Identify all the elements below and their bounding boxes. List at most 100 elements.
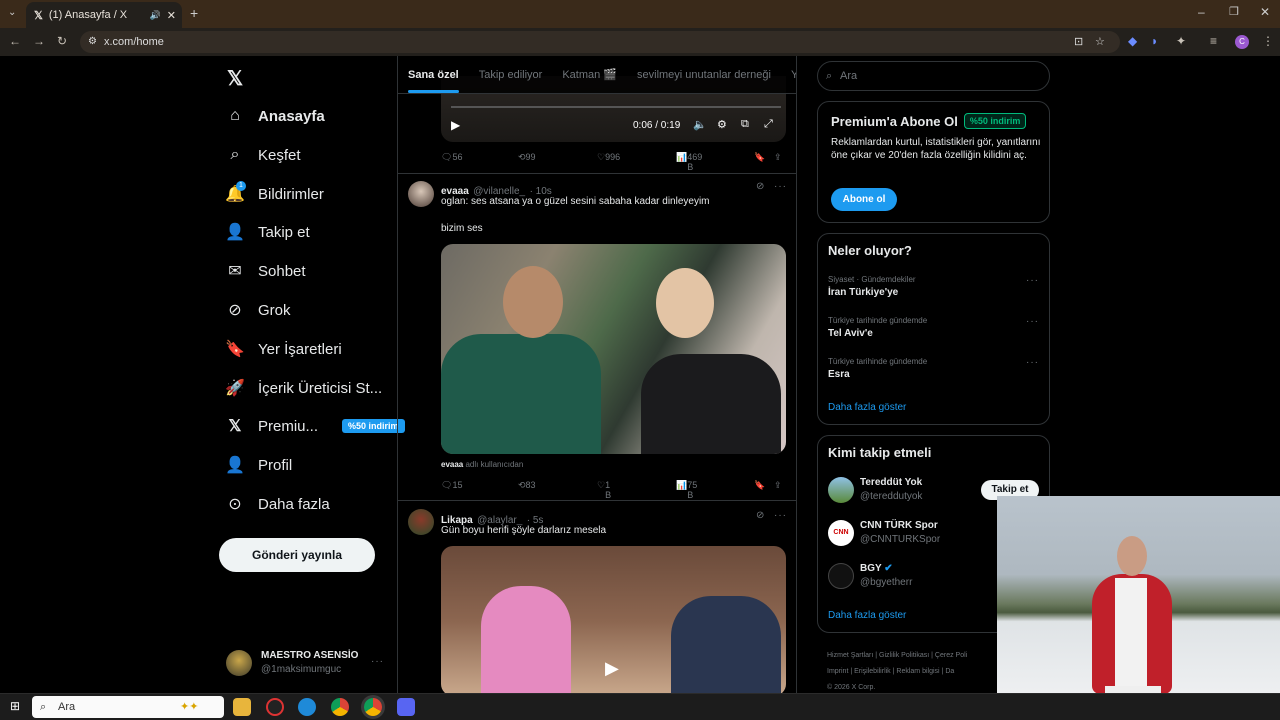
restore-icon[interactable]: ❐ — [1229, 5, 1239, 18]
reply-icon[interactable]: 🗨 15 — [441, 480, 462, 491]
new-tab-icon[interactable]: + — [190, 5, 198, 21]
sidebar-item-home[interactable]: ⌂ Anasayfa — [226, 101, 325, 131]
tab-community[interactable]: sevilmeyi unutanlar derneği — [627, 69, 781, 81]
back-icon[interactable]: ← — [9, 34, 21, 48]
more-circle-icon: ⊙ — [228, 496, 242, 513]
reload-icon[interactable]: ↻ — [57, 34, 67, 48]
sidebar-item-premium[interactable]: 𝕏 Premiu... %50 indirim — [226, 411, 405, 441]
install-icon[interactable]: ⊡ — [1074, 31, 1083, 53]
fullscreen-icon[interactable]: ⤢ — [764, 118, 773, 131]
discord-icon[interactable] — [397, 698, 415, 716]
bookmark-icon[interactable]: 🔖 — [754, 480, 765, 491]
windows-start-icon[interactable]: ⊞ — [10, 699, 20, 713]
footer-link[interactable]: Imprint — [827, 668, 848, 675]
caption-author[interactable]: evaaa — [441, 460, 463, 469]
footer-link[interactable]: Çerez Poli — [935, 652, 967, 659]
trend-item[interactable]: Türkiye tarihinde gündemde Esra ··· — [828, 357, 1041, 380]
caption-text: adlı kullanıcıdan — [465, 460, 524, 469]
chrome-icon[interactable] — [331, 698, 349, 716]
avatar[interactable] — [408, 181, 434, 207]
tab-katman[interactable]: Katman 🎬 — [552, 68, 627, 81]
app-icon[interactable] — [266, 698, 284, 716]
webcam-person-head — [1117, 536, 1147, 576]
tab-for-you[interactable]: Sana özel — [398, 69, 469, 93]
show-more-link[interactable]: Daha fazla göster — [828, 402, 906, 413]
taskbar: ⊞ ⌕ Ara ✦✦ — [0, 693, 1280, 720]
footer-link[interactable]: Gizlilik Politikası — [879, 652, 929, 659]
repost-icon[interactable]: ⟲ 83 — [518, 480, 536, 491]
address-bar[interactable]: ⚙ x.com/home ⊡ ☆ — [80, 31, 1120, 53]
sidebar-item-explore[interactable]: ⌕ Keşfet — [226, 140, 301, 170]
like-icon[interactable]: ♡ 1 B — [597, 480, 611, 500]
tweet-actions: 🗨 15 ⟲ 83 ♡ 1 B 📊 75 B 🔖 ⇪ — [441, 480, 782, 500]
play-icon[interactable]: ▶ — [605, 658, 619, 679]
menu-icon[interactable]: ⋮ — [1262, 34, 1274, 48]
sidebar-item-profile[interactable]: 👤 Profil — [225, 450, 292, 480]
account-switcher[interactable]: MAESTRO ASENSİO @1maksimumguc ··· — [226, 648, 386, 678]
share-icon[interactable]: ⇪ — [774, 480, 782, 491]
close-window-icon[interactable]: ✕ — [1260, 5, 1270, 19]
browser-tab[interactable]: 𝕏 (1) Anasayfa / X 🔊 ✕ — [26, 2, 182, 28]
like-icon[interactable]: ♡ 996 — [597, 152, 620, 163]
views-icon[interactable]: 📊 75 B — [676, 480, 697, 500]
close-tab-icon[interactable]: ✕ — [167, 9, 176, 22]
bookmark-icon[interactable]: 🔖 — [754, 152, 765, 163]
grok-icon[interactable]: ⊘ — [756, 181, 765, 192]
puzzle-icon[interactable]: ✦ — [1176, 34, 1186, 48]
trend-item[interactable]: Siyaset · Gündemdekiler İran Türkiye'ye … — [828, 275, 1041, 298]
settings-icon[interactable]: ⚙ — [717, 118, 727, 131]
suggestion-handle: @CNNTURKSpor — [860, 534, 941, 545]
play-icon[interactable]: ▶ — [451, 118, 460, 132]
media-icon[interactable]: ≡ — [1210, 34, 1217, 48]
tweet-media[interactable] — [441, 244, 786, 454]
more-icon[interactable]: ··· — [1026, 316, 1039, 327]
search-input[interactable]: ⌕ Ara — [817, 61, 1050, 91]
minimize-icon[interactable]: – — [1198, 5, 1205, 19]
sidebar-item-more[interactable]: ⊙ Daha fazla — [226, 489, 329, 519]
more-icon[interactable]: ··· — [1026, 275, 1039, 286]
repost-icon[interactable]: ⟲ 99 — [518, 152, 536, 163]
site-info-icon[interactable]: ⚙ — [88, 31, 97, 53]
reply-icon[interactable]: 🗨 56 — [441, 152, 462, 163]
more-icon[interactable]: ··· — [774, 510, 787, 521]
sidebar-item-bookmarks[interactable]: 🔖 Yer İşaretleri — [225, 334, 342, 364]
sidebar-item-chat[interactable]: ✉ Sohbet — [226, 256, 305, 286]
star-icon[interactable]: ☆ — [1095, 31, 1105, 53]
tweet-video[interactable]: ▶ — [441, 546, 786, 693]
tab-list-icon[interactable]: ⌄ — [8, 7, 16, 18]
video-progress[interactable] — [451, 106, 781, 108]
avatar[interactable] — [408, 509, 434, 535]
speaker-icon[interactable]: 🔊 — [150, 10, 161, 21]
more-icon[interactable]: ··· — [1026, 357, 1039, 368]
subscribe-button[interactable]: Abone ol — [831, 188, 897, 211]
chrome-active-icon[interactable] — [364, 698, 382, 716]
edge-icon[interactable] — [298, 698, 316, 716]
forward-icon[interactable]: → — [33, 34, 45, 48]
x-logo-icon[interactable]: 𝕏 — [227, 66, 243, 91]
trend-item[interactable]: Türkiye tarihinde gündemde Tel Aviv'e ··… — [828, 316, 1041, 339]
taskbar-search[interactable]: ⌕ Ara ✦✦ — [32, 696, 224, 718]
more-icon[interactable]: ··· — [774, 181, 787, 192]
sidebar-item-creator-studio[interactable]: 🚀 İçerik Üreticisi St... — [225, 373, 382, 403]
views-icon[interactable]: 📊 469 B — [676, 152, 702, 172]
file-explorer-icon[interactable] — [233, 698, 251, 716]
footer-link[interactable]: Reklam bilgisi — [896, 668, 939, 675]
tab-more[interactable]: Ya — [781, 69, 796, 81]
show-more-link[interactable]: Daha fazla göster — [828, 610, 906, 621]
sidebar-item-follow[interactable]: 👤 Takip et — [225, 217, 310, 247]
grok-icon[interactable]: ⊘ — [756, 510, 765, 521]
translate-extension-icon[interactable]: ◗ — [1151, 34, 1158, 48]
post-button[interactable]: Gönderi yayınla — [219, 538, 375, 572]
sidebar-item-grok[interactable]: ⊘ Grok — [226, 295, 290, 325]
footer-link[interactable]: Hizmet Şartları — [827, 652, 873, 659]
pip-icon[interactable]: ⧉ — [741, 118, 749, 131]
share-icon[interactable]: ⇪ — [774, 152, 782, 163]
extension-icon[interactable]: ◆ — [1128, 34, 1137, 48]
sidebar-item-notifications[interactable]: 🔔 1 Bildirimler — [225, 179, 324, 209]
more-icon[interactable]: ··· — [371, 656, 384, 667]
tab-following[interactable]: Takip ediliyor — [469, 69, 553, 81]
volume-icon[interactable]: 🔈 — [693, 118, 707, 131]
footer-link[interactable]: Da — [945, 668, 954, 675]
profile-avatar[interactable]: C — [1235, 35, 1249, 49]
footer-link[interactable]: Erişilebilirlik — [854, 668, 891, 675]
